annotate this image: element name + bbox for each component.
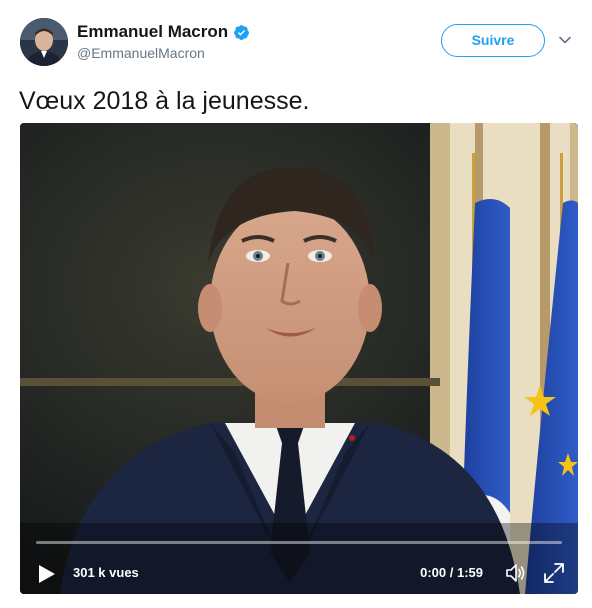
tweet-header: Emmanuel Macron @EmmanuelMacron Suivre xyxy=(20,18,572,68)
fullscreen-icon[interactable] xyxy=(542,561,566,585)
video-progress-bar[interactable] xyxy=(36,541,562,544)
video-frame xyxy=(20,123,578,594)
tweet-text: Vœux 2018 à la jeunesse. xyxy=(19,87,310,115)
video-time: 0:00 / 1:59 xyxy=(420,565,483,580)
author-name-row[interactable]: Emmanuel Macron xyxy=(77,22,250,42)
avatar[interactable] xyxy=(20,18,68,66)
play-icon[interactable] xyxy=(35,563,57,585)
view-count: 301 k vues xyxy=(73,565,139,580)
tweet-card: Emmanuel Macron @EmmanuelMacron Suivre V… xyxy=(0,0,592,608)
verified-badge-icon xyxy=(233,24,250,41)
author-handle[interactable]: @EmmanuelMacron xyxy=(77,44,250,62)
chevron-down-icon[interactable] xyxy=(558,33,572,47)
volume-icon[interactable] xyxy=(504,561,528,585)
follow-button[interactable]: Suivre xyxy=(441,24,545,57)
author-info: Emmanuel Macron @EmmanuelMacron xyxy=(77,22,250,62)
author-display-name[interactable]: Emmanuel Macron xyxy=(77,22,228,42)
video-player[interactable]: 301 k vues 0:00 / 1:59 xyxy=(20,123,578,594)
